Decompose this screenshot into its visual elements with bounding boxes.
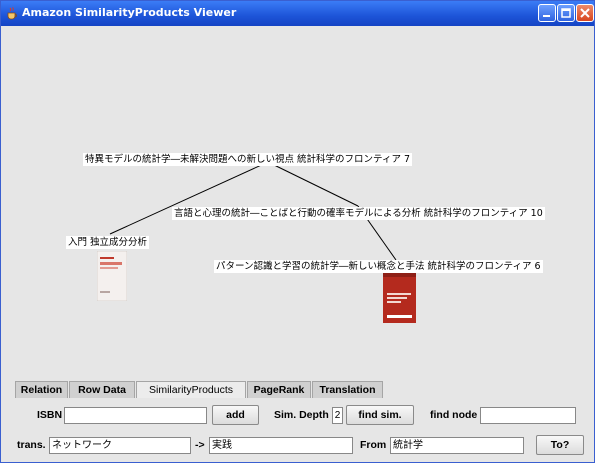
graph-node-pattern[interactable]: パターン認識と学習の統計学―新しい概念と手法 統計科学のフロンティア 6 xyxy=(214,260,543,273)
book-cover-ica[interactable] xyxy=(97,251,127,301)
find-node-input[interactable] xyxy=(480,407,576,424)
tab-similarity-products[interactable]: SimilarityProducts xyxy=(136,381,246,399)
to-button[interactable]: To? xyxy=(536,435,584,455)
maximize-button[interactable] xyxy=(557,4,575,22)
minimize-button[interactable] xyxy=(538,4,556,22)
trans-label: trans. xyxy=(17,439,46,451)
arrow-label: -> xyxy=(195,439,205,451)
sim-depth-input[interactable]: 2 xyxy=(332,407,343,424)
minimize-icon xyxy=(543,15,550,17)
from-label: From xyxy=(360,439,387,451)
isbn-input[interactable] xyxy=(64,407,207,424)
tab-translation[interactable]: Translation xyxy=(312,381,383,398)
find-sim-button[interactable]: find sim. xyxy=(346,405,414,425)
tab-row-data[interactable]: Row Data xyxy=(69,381,135,398)
graph-node-root[interactable]: 特異モデルの統計学―未解決問題への新しい視点 統計科学のフロンティア 7 xyxy=(83,153,413,166)
edge-root-n2 xyxy=(109,161,269,235)
tab-pagerank[interactable]: PageRank xyxy=(247,381,311,398)
close-button[interactable] xyxy=(576,4,594,22)
graph-node-ica[interactable]: 入門 独立成分分析 xyxy=(66,236,150,249)
title-bar[interactable]: Amazon SimilarityProducts Viewer xyxy=(1,1,594,26)
trans-input[interactable]: ネットワーク xyxy=(49,437,191,454)
tab-relation[interactable]: Relation xyxy=(15,381,68,398)
graph-canvas[interactable]: 特異モデルの統計学―未解決問題への新しい視点 統計科学のフロンティア 7 言語と… xyxy=(6,28,589,377)
java-cup-icon xyxy=(7,7,17,20)
find-node-label: find node xyxy=(430,409,478,421)
close-icon xyxy=(580,8,590,18)
trans-target-input[interactable]: 実践 xyxy=(209,437,353,454)
isbn-label: ISBN xyxy=(37,409,63,421)
book-cover-pattern[interactable] xyxy=(383,273,416,323)
add-button[interactable]: add xyxy=(212,405,259,425)
graph-edges xyxy=(109,161,397,261)
maximize-icon xyxy=(561,8,571,18)
app-window: Amazon SimilarityProducts Viewer 特異モデルの統… xyxy=(0,0,595,463)
sim-depth-label: Sim. Depth xyxy=(274,409,329,421)
graph-node-gengo[interactable]: 言語と心理の統計―ことばと行動の確率モデルによる分析 統計科学のフロンティア 1… xyxy=(172,207,545,220)
window-title: Amazon SimilarityProducts Viewer xyxy=(22,6,237,19)
edge-root-n1 xyxy=(267,161,359,207)
from-input[interactable]: 統計学 xyxy=(390,437,524,454)
